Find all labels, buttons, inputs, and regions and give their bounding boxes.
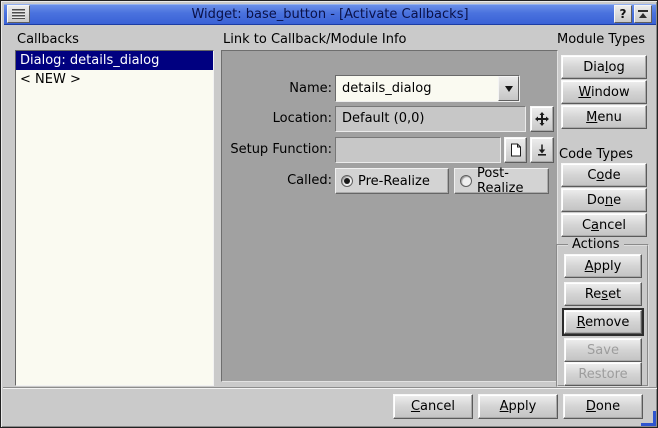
code-type-code-button[interactable]: Code <box>561 163 647 187</box>
titlebar[interactable]: Widget: base_button - [Activate Callback… <box>4 4 656 25</box>
name-combo-value[interactable]: details_dialog <box>336 76 498 101</box>
actions-remove-button[interactable]: Remove <box>564 310 642 334</box>
shade-button[interactable] <box>634 5 652 23</box>
name-combo[interactable]: details_dialog <box>335 75 520 102</box>
location-label: Location: <box>222 106 332 132</box>
actions-restore-button: Restore <box>564 362 642 386</box>
new-function-button[interactable] <box>504 137 527 163</box>
radio-label: Post-Realize <box>477 166 548 196</box>
info-panel-title: Link to Callback/Module Info <box>223 32 407 47</box>
pick-function-button[interactable] <box>530 137 554 163</box>
info-panel: Name: details_dialog Location: Default (… <box>221 50 558 382</box>
chevron-down-icon <box>505 86 513 92</box>
setup-function-label: Setup Function: <box>222 137 332 163</box>
list-item[interactable]: Dialog: details_dialog <box>16 51 213 70</box>
radio-selected-icon <box>341 175 353 187</box>
dialog-window: Widget: base_button - [Activate Callback… <box>0 0 658 428</box>
code-type-done-button[interactable]: Done <box>561 188 647 212</box>
code-types-label: Code Types <box>559 147 633 162</box>
name-label: Name: <box>222 75 332 102</box>
window-title: Widget: base_button - [Activate Callback… <box>4 4 656 25</box>
actions-apply-button[interactable]: Apply <box>564 254 642 278</box>
module-type-window-button[interactable]: Window <box>561 80 647 104</box>
done-button[interactable]: Done <box>563 394 643 419</box>
radio-label: Pre-Realize <box>358 174 430 189</box>
radio-unselected-icon <box>460 175 472 187</box>
setup-function-input[interactable] <box>335 137 501 163</box>
called-label: Called: <box>222 168 332 194</box>
location-move-button[interactable] <box>530 106 554 132</box>
actions-reset-button[interactable]: Reset <box>564 282 642 306</box>
name-combo-arrow-button[interactable] <box>498 76 519 101</box>
code-type-cancel-button[interactable]: Cancel <box>561 213 647 237</box>
apply-button[interactable]: Apply <box>478 394 558 419</box>
help-icon: ? <box>620 7 627 21</box>
cancel-button[interactable]: Cancel <box>393 394 473 419</box>
callbacks-list[interactable]: Dialog: details_dialog < NEW > <box>15 50 214 386</box>
shade-icon <box>637 9 649 19</box>
actions-group-title: Actions <box>568 237 624 252</box>
separator <box>3 387 657 389</box>
module-type-dialog-button[interactable]: Dialog <box>561 55 647 79</box>
callbacks-label: Callbacks <box>17 32 79 47</box>
list-item[interactable]: < NEW > <box>16 70 213 89</box>
down-arrow-to-bar-icon <box>536 144 548 156</box>
document-icon <box>510 143 522 157</box>
module-type-menu-button[interactable]: Menu <box>561 105 647 129</box>
post-realize-radio[interactable]: Post-Realize <box>454 168 549 194</box>
help-button[interactable]: ? <box>614 5 632 23</box>
location-field: Default (0,0) <box>335 106 526 132</box>
move-icon <box>535 112 549 126</box>
module-types-label: Module Types <box>557 32 645 47</box>
resize-grip[interactable] <box>641 411 656 426</box>
actions-save-button: Save <box>564 338 642 362</box>
pre-realize-radio[interactable]: Pre-Realize <box>335 168 449 194</box>
